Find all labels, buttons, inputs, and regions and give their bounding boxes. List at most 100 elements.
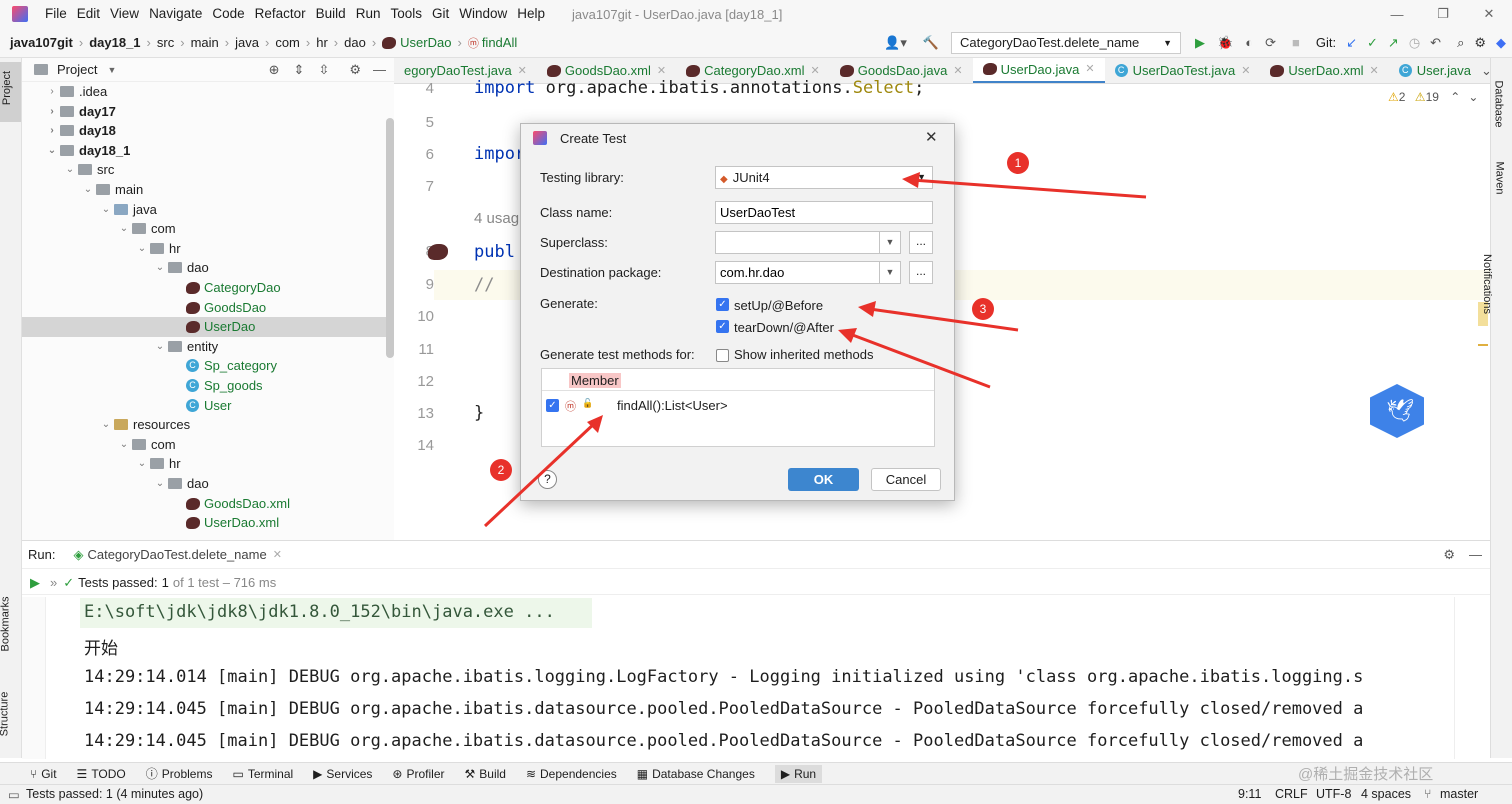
structure-tool-label[interactable]: Structure bbox=[0, 692, 10, 737]
maximize-icon[interactable]: ❐ bbox=[1420, 6, 1466, 22]
inherited-checkbox[interactable] bbox=[716, 349, 729, 362]
expand-icon[interactable]: » bbox=[50, 575, 57, 590]
class-name-input[interactable] bbox=[715, 201, 933, 224]
menu-run[interactable]: Run bbox=[351, 0, 386, 28]
tool-dependencies[interactable]: ≋ Dependencies bbox=[526, 767, 617, 781]
hide-icon[interactable]: — bbox=[1469, 547, 1482, 562]
gear-icon[interactable]: ⚙ bbox=[1474, 35, 1486, 51]
git-branch[interactable]: master bbox=[1440, 787, 1478, 801]
setup-label[interactable]: setUp/@Before bbox=[734, 298, 823, 313]
database-tool-label[interactable]: Database bbox=[1493, 80, 1505, 127]
tree-item[interactable]: ⌄ dao bbox=[154, 258, 209, 278]
crumb-findall[interactable]: findAll bbox=[482, 35, 517, 50]
tree-item[interactable]: CategoryDao bbox=[186, 278, 281, 298]
tree-item[interactable]: C Sp_category bbox=[186, 356, 277, 376]
tree-scrollbar[interactable] bbox=[386, 118, 394, 358]
menu-window[interactable]: Window bbox=[454, 0, 512, 28]
member-row[interactable]: ✓ ⓜ 🔓 findAll():List<User> bbox=[542, 395, 934, 417]
run-icon[interactable]: ▶ bbox=[1195, 35, 1205, 51]
menu-edit[interactable]: Edit bbox=[72, 0, 105, 28]
hide-icon[interactable]: — bbox=[373, 62, 386, 77]
superclass-dropdown[interactable]: ▼ bbox=[879, 231, 901, 254]
project-title[interactable]: Project bbox=[57, 62, 97, 77]
tree-item[interactable]: ⌄ com bbox=[118, 219, 176, 239]
setup-checkbox[interactable]: ✓ bbox=[716, 298, 729, 311]
menu-help[interactable]: Help bbox=[512, 0, 550, 28]
tree-item[interactable]: GoodsDao bbox=[186, 298, 266, 318]
crumb-userdao[interactable]: UserDao bbox=[400, 35, 451, 50]
debug-icon[interactable]: 🐞 bbox=[1217, 35, 1233, 51]
tree-item[interactable]: › .idea bbox=[46, 82, 107, 102]
tool-profiler[interactable]: ⊛ Profiler bbox=[392, 767, 444, 781]
collapse-all-icon[interactable]: ⇳ bbox=[318, 62, 329, 78]
crumb-src[interactable]: src bbox=[157, 35, 174, 50]
usages-hint[interactable]: 4 usag bbox=[474, 210, 519, 227]
file-encoding[interactable]: UTF-8 bbox=[1316, 787, 1351, 801]
history-icon[interactable]: ◷ bbox=[1409, 35, 1420, 51]
git-update-icon[interactable]: ↙ bbox=[1346, 35, 1357, 51]
git-commit-icon[interactable]: ✓ bbox=[1367, 35, 1378, 51]
close-window-icon[interactable]: ✕ bbox=[1466, 6, 1512, 22]
tab-userdao-xml[interactable]: UserDao.xml ✕ bbox=[1260, 58, 1388, 83]
tool-services[interactable]: ▶ Services bbox=[313, 767, 372, 781]
dest-package-dropdown[interactable]: ▼ bbox=[879, 261, 901, 284]
tree-item[interactable]: ⌄ java bbox=[100, 200, 157, 220]
run-config-select[interactable]: CategoryDaoTest.delete_name ▼ bbox=[951, 31, 1182, 54]
notifications-tool-label[interactable]: Notifications bbox=[1481, 254, 1493, 314]
teardown-checkbox[interactable]: ✓ bbox=[716, 320, 729, 333]
member-checkbox[interactable]: ✓ bbox=[546, 399, 559, 412]
search-icon[interactable]: ⌕ bbox=[1457, 35, 1464, 51]
profile-icon[interactable]: ⟳ bbox=[1265, 35, 1276, 51]
menu-build[interactable]: Build bbox=[311, 0, 351, 28]
superclass-input[interactable] bbox=[715, 231, 881, 254]
close-icon[interactable]: ✕ bbox=[925, 128, 938, 146]
menu-view[interactable]: View bbox=[105, 0, 144, 28]
minimize-icon[interactable]: — bbox=[1374, 7, 1420, 22]
help-button[interactable]: ? bbox=[538, 470, 557, 489]
dest-package-browse-button[interactable]: ... bbox=[909, 261, 933, 284]
rollback-icon[interactable]: ↶ bbox=[1430, 35, 1441, 51]
caret-position[interactable]: 9:11 bbox=[1238, 787, 1261, 801]
build-hammer-icon[interactable]: 🔨 bbox=[923, 35, 939, 51]
member-column-header[interactable]: Member bbox=[542, 369, 934, 391]
tree-item-selected[interactable]: UserDao bbox=[22, 317, 394, 337]
tree-item[interactable]: ⌄ main bbox=[82, 180, 143, 200]
crumb-dao[interactable]: dao bbox=[344, 35, 366, 50]
plugin-logo-icon[interactable]: ◆ bbox=[1496, 35, 1506, 51]
tree-item[interactable]: › day18 bbox=[46, 121, 116, 141]
gear-icon[interactable]: ⚙ bbox=[1443, 547, 1455, 563]
teardown-label[interactable]: tearDown/@After bbox=[734, 320, 834, 335]
gear-icon[interactable]: ⚙ bbox=[349, 62, 361, 78]
tree-item[interactable]: › day17 bbox=[46, 102, 116, 122]
indent-setting[interactable]: 4 spaces bbox=[1361, 787, 1411, 801]
menu-code[interactable]: Code bbox=[207, 0, 249, 28]
crumb-project[interactable]: java107git bbox=[10, 35, 73, 50]
menu-refactor[interactable]: Refactor bbox=[250, 0, 311, 28]
status-message[interactable]: Tests passed: 1 (4 minutes ago) bbox=[26, 787, 203, 801]
tool-run[interactable]: ▶ Run bbox=[774, 764, 823, 783]
menu-tools[interactable]: Tools bbox=[385, 0, 427, 28]
tree-item[interactable]: ⌄ resources bbox=[100, 415, 190, 435]
tool-terminal[interactable]: ▭ Terminal bbox=[232, 767, 293, 781]
tab-user-java[interactable]: C User.java bbox=[1389, 58, 1481, 83]
tool-problems[interactable]: ⓘ Problems bbox=[146, 765, 213, 782]
tree-item[interactable]: UserDao.xml bbox=[186, 513, 279, 533]
rerun-icon[interactable]: ▶ bbox=[30, 575, 40, 591]
mybatis-gutter-icon[interactable] bbox=[428, 244, 448, 260]
crumb-java[interactable]: java bbox=[235, 35, 259, 50]
line-separator[interactable]: CRLF bbox=[1275, 787, 1308, 801]
tree-item[interactable]: ⌄ hr bbox=[136, 239, 181, 259]
stop-icon[interactable]: ■ bbox=[1292, 35, 1300, 50]
tool-todo[interactable]: ☰ TODO bbox=[77, 767, 126, 781]
crumb-hr[interactable]: hr bbox=[316, 35, 328, 50]
tree-item[interactable]: C User bbox=[186, 396, 231, 416]
tree-item[interactable]: ⌄ com bbox=[118, 435, 176, 455]
crumb-com[interactable]: com bbox=[275, 35, 300, 50]
expand-all-icon[interactable]: ⇕ bbox=[294, 62, 305, 78]
superclass-browse-button[interactable]: ... bbox=[909, 231, 933, 254]
user-icon[interactable]: 👤▾ bbox=[884, 35, 907, 51]
menu-file[interactable]: File bbox=[40, 0, 72, 28]
menu-git[interactable]: Git bbox=[427, 0, 454, 28]
tool-git[interactable]: ⑂ Git bbox=[30, 767, 57, 781]
warnings-indicator[interactable]: ⚠2 ⚠19 ⌃ ⌄ bbox=[1388, 90, 1478, 104]
